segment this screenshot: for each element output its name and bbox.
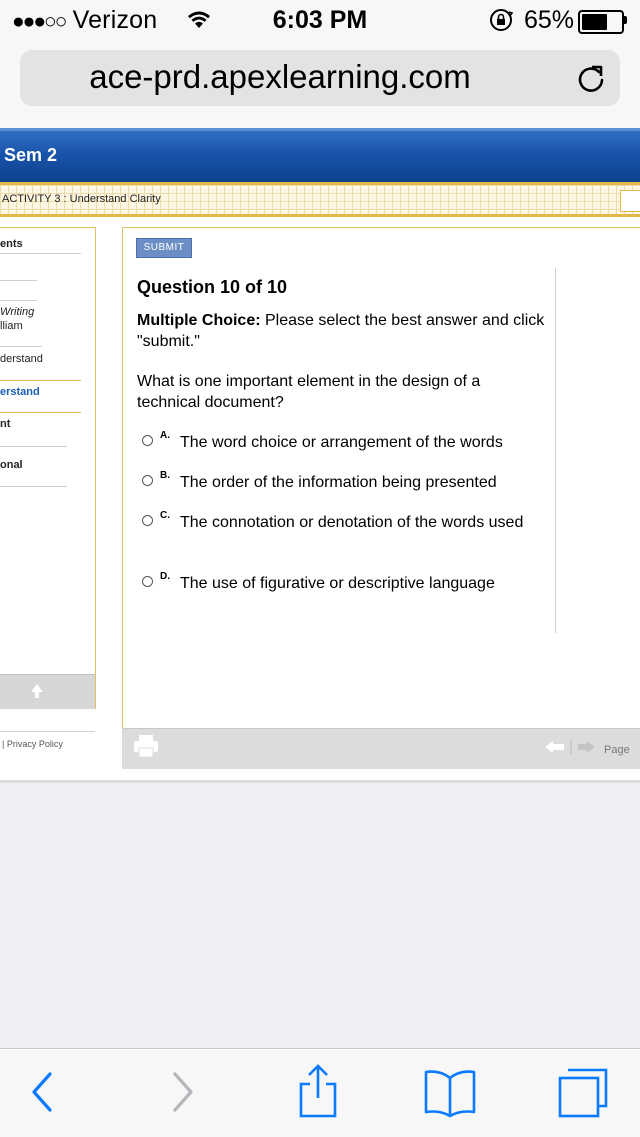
question-panel [122,227,640,769]
option-letter: D. [160,571,170,582]
radio-button-d[interactable] [142,576,153,587]
outline-footer [0,674,95,709]
outline-heading: ents [0,238,23,250]
outline-item-writing[interactable]: Writing [0,306,34,318]
answer-option-c[interactable]: C. The connotation or denotation of the … [140,510,540,556]
option-text: The order of the information being prese… [180,474,497,491]
answer-option-a[interactable]: A. The word choice or arrangement of the… [140,430,540,454]
footer-divider [0,731,95,732]
privacy-policy-link[interactable]: | Privacy Policy [2,739,63,749]
battery-icon [578,10,624,34]
battery-tip [624,16,627,24]
back-icon[interactable] [12,1064,72,1120]
rotation-lock-icon [490,9,514,31]
question-instruction: Multiple Choice: Please select the best … [137,310,547,352]
outline-divider [0,253,81,254]
question-prompt: What is one important element in the des… [137,373,481,411]
content-divider [555,268,556,633]
answer-option-b[interactable]: B. The order of the information being pr… [140,470,540,494]
activity-box[interactable] [620,190,640,212]
content-bottom-edge [0,780,640,783]
next-page-icon [578,741,595,753]
outline-divider [0,486,67,487]
outline-divider [0,412,81,413]
option-letter: C. [160,510,170,521]
instruction-type: Multiple Choice: [137,312,261,329]
outline-item-current[interactable]: erstand [0,386,40,398]
tabs-icon[interactable] [552,1064,612,1120]
prev-page-icon [545,741,564,753]
radio-button-c[interactable] [142,515,153,526]
course-header [0,128,640,185]
bookmarks-icon[interactable] [420,1064,480,1120]
outline-item-understand[interactable]: derstand [0,353,43,365]
answer-option-d[interactable]: D. The use of figurative or descriptive … [140,571,540,595]
forward-icon[interactable] [152,1064,212,1120]
option-letter: A. [160,430,170,441]
outline-divider [0,280,37,281]
outline-item-optional[interactable]: onal [0,459,23,471]
page-nav-arrows[interactable] [544,740,598,754]
battery-level [582,14,607,30]
outline-divider [0,300,37,301]
option-text: The word choice or arrangement of the wo… [180,434,503,451]
reload-icon[interactable] [575,63,607,95]
outline-item-william[interactable]: lliam [0,320,23,332]
radio-button-a[interactable] [142,435,153,446]
submit-button[interactable]: SUBMIT [136,238,192,258]
outline-divider [0,446,67,447]
radio-button-b[interactable] [142,475,153,486]
scroll-up-icon[interactable] [30,683,44,699]
option-letter: B. [160,470,170,481]
outline-divider [0,380,81,381]
option-text: The use of figurative or descriptive lan… [180,575,495,592]
outline-item-assessment[interactable]: nt [0,418,10,430]
share-icon[interactable] [288,1064,348,1120]
url-text[interactable]: ace-prd.apexlearning.com [20,58,540,96]
page-label: Page [604,744,630,756]
option-text: The connotation or denotation of the wor… [180,514,524,531]
question-title: Question 10 of 10 [137,277,288,297]
battery-percent: 65% [524,6,575,34]
course-title: Sem 2 [4,145,58,165]
activity-title: ACTIVITY 3 : Understand Clarity [2,193,161,205]
print-icon[interactable] [133,733,159,759]
outline-divider [0,346,42,347]
